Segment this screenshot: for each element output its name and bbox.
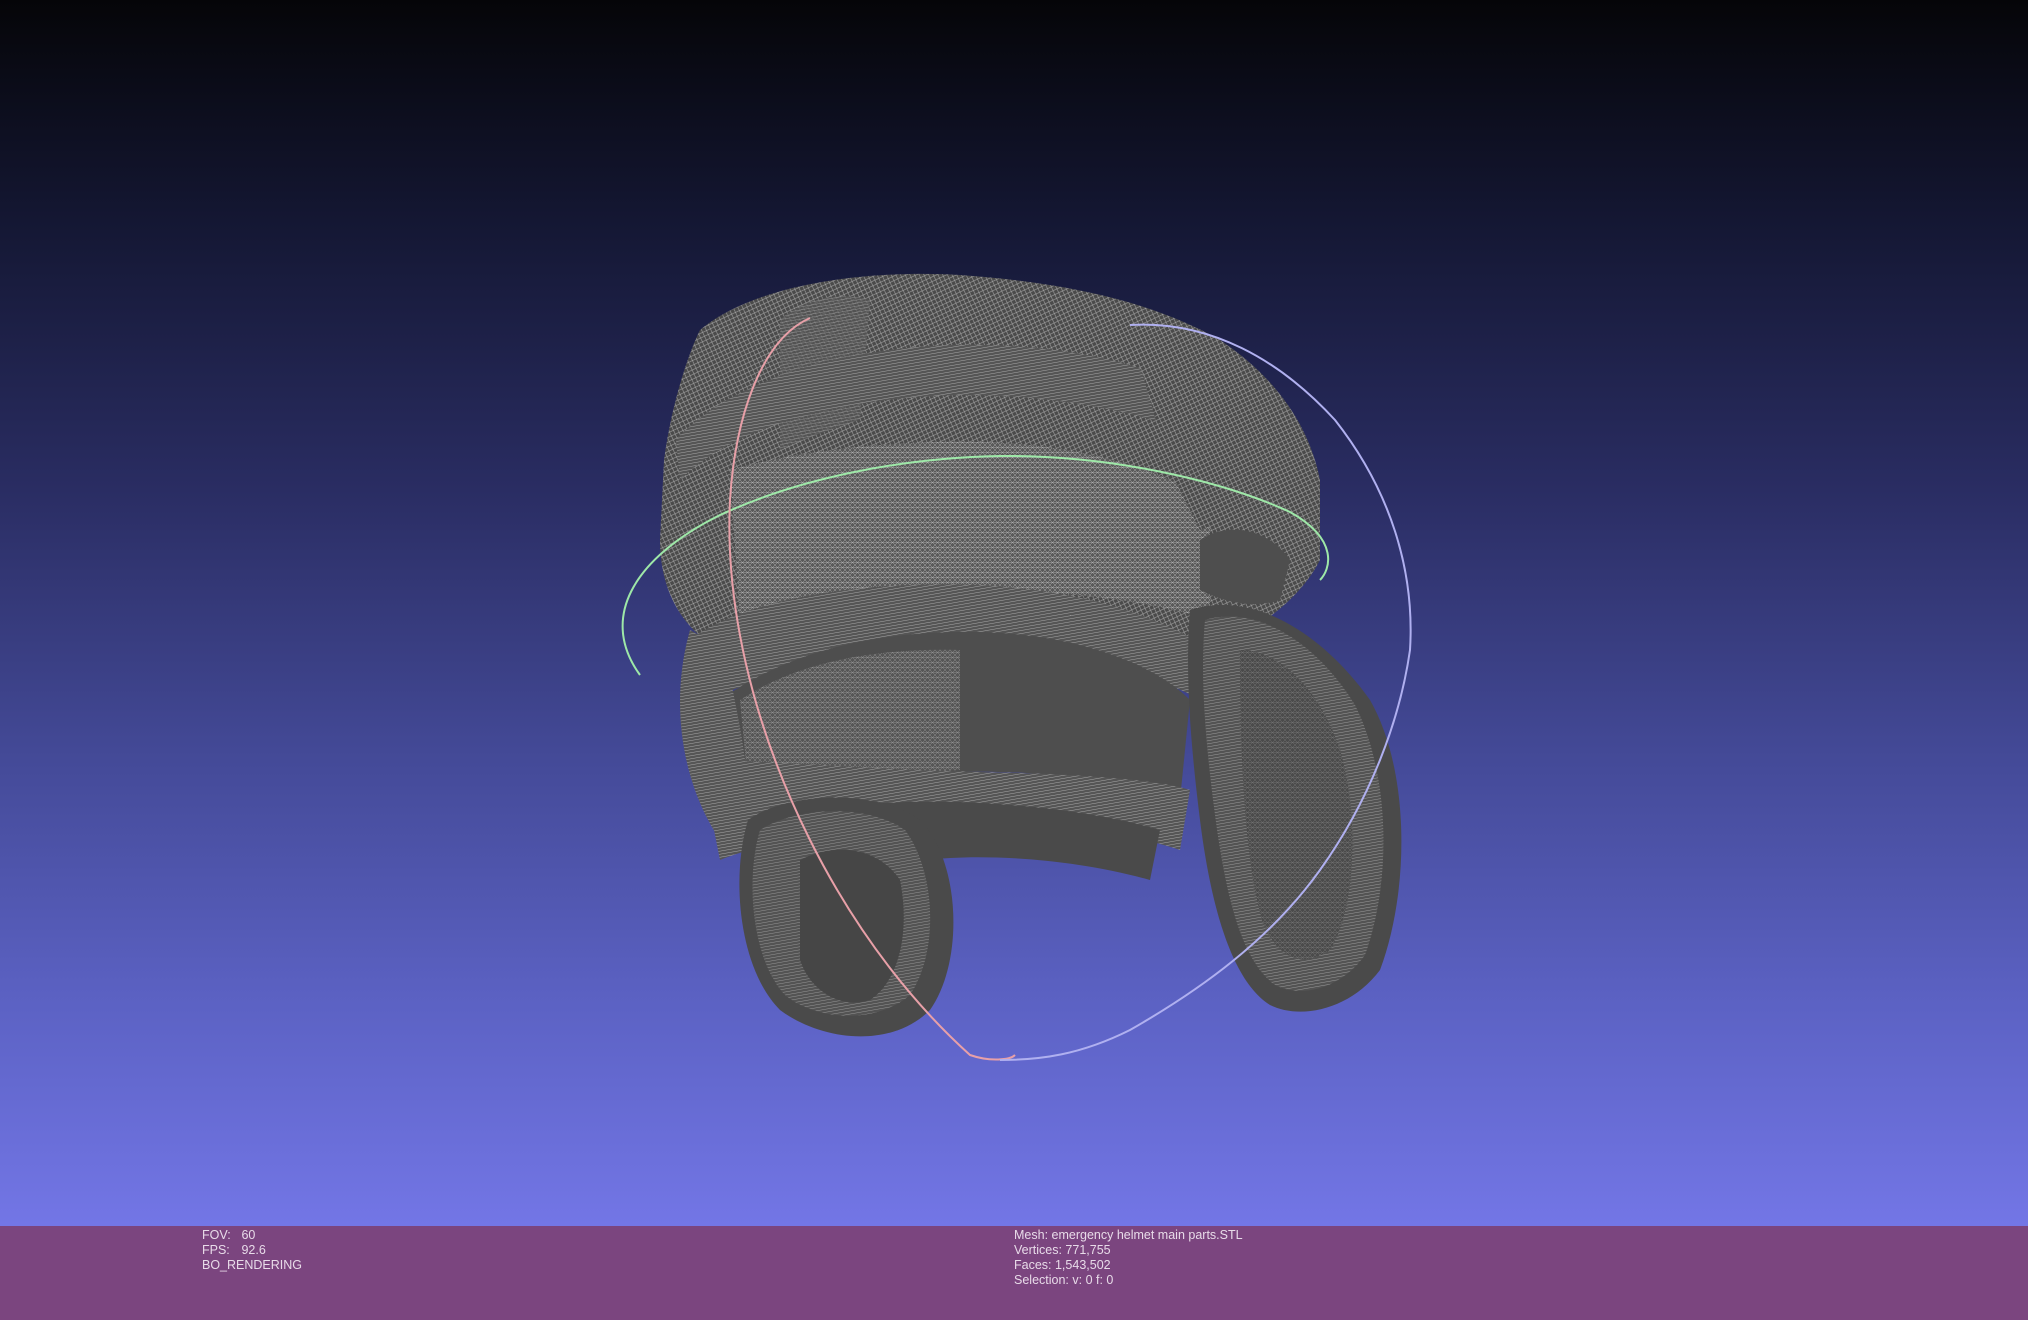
fov-readout: FOV: 60	[202, 1228, 302, 1243]
vertex-count: Vertices: 771,755	[1014, 1243, 1111, 1257]
fps-label: FPS:	[202, 1243, 230, 1257]
fov-label: FOV:	[202, 1228, 231, 1242]
mesh-name: Mesh: emergency helmet main parts.STL	[1014, 1228, 1243, 1242]
render-mode: BO_RENDERING	[202, 1258, 303, 1272]
selection-info: Selection: v: 0 f: 0	[1014, 1273, 1114, 1287]
mesh-scene[interactable]	[0, 0, 2028, 1226]
fps-readout: FPS: 92.6	[202, 1243, 302, 1258]
fps-value: 92.6	[241, 1243, 266, 1257]
status-bar: FOV: 60 FPS: 92.6 BO_RENDERING Mesh: eme…	[0, 1226, 2028, 1320]
helmet-mesh	[660, 273, 1402, 1037]
face-count: Faces: 1,543,502	[1014, 1258, 1111, 1272]
view-info: FOV: 60 FPS: 92.6 BO_RENDERING	[202, 1228, 302, 1273]
mesh-info: Mesh: emergency helmet main parts.STL Ve…	[1014, 1228, 1243, 1288]
3d-viewport[interactable]	[0, 0, 2028, 1226]
fov-value: 60	[241, 1228, 256, 1242]
